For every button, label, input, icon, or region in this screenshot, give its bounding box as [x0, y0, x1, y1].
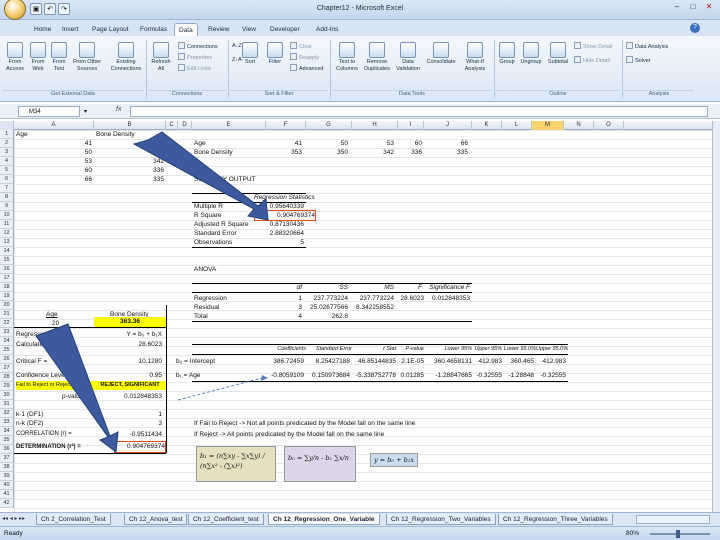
sheet-tab[interactable]: Ch 12_Regression_Three_Variables [498, 514, 613, 525]
horizontal-scrollbar[interactable] [636, 515, 710, 524]
vertical-scrollbar[interactable] [712, 121, 720, 516]
sheet-tab-active[interactable]: Ch 12_Regression_One_Variable [268, 514, 380, 525]
sheet-tab[interactable]: Ch 12_Anova_test [124, 514, 188, 525]
sheet-tab[interactable]: Ch 12_Regression_Two_Variables [386, 514, 496, 525]
dashed-arrow-line [177, 377, 263, 401]
arrow-to-r-square [132, 131, 269, 221]
status-text: Ready [4, 530, 23, 537]
sheet-tab[interactable]: Ch 12_Coefficient_test [188, 514, 264, 525]
dashed-arrow-head [261, 375, 268, 381]
sheet-nav-arrows[interactable]: ◂◂ ◂ ▸ ▸▸ [2, 515, 25, 522]
sheet-tab-bar: ◂◂ ◂ ▸ ▸▸ Ch 2_Correlation_Test Ch 12_An… [0, 512, 720, 526]
sheet-tab[interactable]: Ch 2_Correlation_Test [36, 514, 111, 525]
arrow-to-determination [35, 323, 119, 453]
zoom-level[interactable]: 80% [626, 530, 639, 537]
annotation-overlay [35, 131, 269, 453]
zoom-slider[interactable] [650, 533, 710, 535]
status-bar: Ready 80% [0, 526, 720, 540]
zoom-slider-thumb[interactable] [676, 530, 680, 538]
